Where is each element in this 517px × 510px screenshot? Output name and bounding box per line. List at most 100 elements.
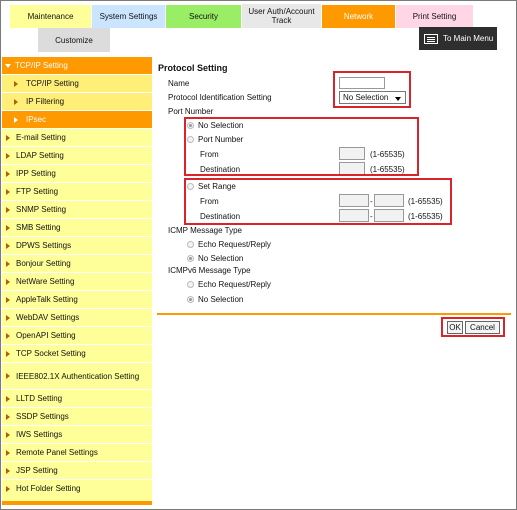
sidebar-item-label: WebDAV Settings xyxy=(16,313,80,322)
radio-icmpv6-no-selection[interactable] xyxy=(187,296,194,303)
radio-icmp-echo-label: Echo Request/Reply xyxy=(198,240,271,249)
arrow-icon xyxy=(6,296,10,303)
chevron-down-icon xyxy=(5,63,11,68)
sidebar-item-label: IEEE802.1X Authentication Setting xyxy=(16,371,140,381)
sidebar-item[interactable]: Remote Panel Settings xyxy=(2,443,152,461)
arrow-icon xyxy=(6,449,10,456)
arrow-icon xyxy=(6,206,10,213)
sidebar-bottom-bar xyxy=(2,501,152,505)
page-title: Protocol Setting xyxy=(158,63,228,73)
arrow-icon xyxy=(6,395,10,402)
sidebar-item[interactable]: AppleTalk Setting xyxy=(2,290,152,308)
highlight-set-range xyxy=(184,178,452,225)
sidebar-item-label: Remote Panel Settings xyxy=(16,448,98,457)
sidebar-item[interactable]: IEEE802.1X Authentication Setting xyxy=(2,362,152,389)
arrow-icon xyxy=(6,242,10,249)
arrow-icon xyxy=(6,278,10,285)
radio-icmpv6-no-selection-label: No Selection xyxy=(198,295,244,304)
sidebar-item-label: FTP Setting xyxy=(16,187,59,196)
sidebar-item-tcpip-setting[interactable]: TCP/IP Setting xyxy=(2,57,152,74)
main-menu-label: To Main Menu xyxy=(443,34,494,43)
sidebar-sub-ip-filtering[interactable]: IP Filtering xyxy=(2,92,152,110)
sidebar-sub-ipsec[interactable]: IPsec xyxy=(2,110,152,128)
ok-button[interactable]: OK xyxy=(447,321,463,334)
arrow-icon xyxy=(6,413,10,420)
sidebar-item-label: LDAP Setting xyxy=(16,151,64,160)
sidebar-item[interactable]: OpenAPI Setting xyxy=(2,326,152,344)
sidebar-item[interactable]: FTP Setting xyxy=(2,182,152,200)
sidebar-item[interactable]: IWS Settings xyxy=(2,425,152,443)
icmpv6-label: ICMPv6 Message Type xyxy=(168,266,251,275)
sidebar-item[interactable]: NetWare Setting xyxy=(2,272,152,290)
arrow-icon xyxy=(6,134,10,141)
arrow-icon xyxy=(6,350,10,357)
sidebar-item[interactable]: E-mail Setting xyxy=(2,128,152,146)
arrow-icon xyxy=(6,332,10,339)
arrow-icon xyxy=(6,485,10,492)
radio-icmpv6-echo-label: Echo Request/Reply xyxy=(198,280,271,289)
sidebar-item[interactable]: SNMP Setting xyxy=(2,200,152,218)
icmp-label: ICMP Message Type xyxy=(168,226,242,235)
sidebar-item-label: AppleTalk Setting xyxy=(16,295,78,304)
tab-system-settings[interactable]: System Settings xyxy=(92,5,166,28)
sidebar-item-label: SSDP Settings xyxy=(16,412,69,421)
sidebar-item[interactable]: TCP Socket Setting xyxy=(2,344,152,362)
radio-icmp-echo[interactable] xyxy=(187,241,194,248)
arrow-icon xyxy=(14,116,18,123)
arrow-icon xyxy=(6,260,10,267)
sidebar-item-label: OpenAPI Setting xyxy=(16,331,76,340)
sidebar-item-label: SNMP Setting xyxy=(16,205,67,214)
sidebar-item-label: DPWS Settings xyxy=(16,241,72,250)
sidebar-item-label: SMB Setting xyxy=(16,223,61,232)
sidebar-item[interactable]: SSDP Settings xyxy=(2,407,152,425)
protocol-id-label: Protocol Identification Setting xyxy=(168,93,272,102)
sidebar-sub-label: TCP/IP Setting xyxy=(26,79,79,88)
arrow-icon xyxy=(6,224,10,231)
sidebar-item[interactable]: DPWS Settings xyxy=(2,236,152,254)
arrow-icon xyxy=(14,80,18,87)
sidebar-item[interactable]: Bonjour Setting xyxy=(2,254,152,272)
arrow-icon xyxy=(6,188,10,195)
sidebar-item[interactable]: Hot Folder Setting xyxy=(2,479,152,497)
tab-maintenance[interactable]: Maintenance xyxy=(10,5,92,28)
arrow-icon xyxy=(6,170,10,177)
arrow-icon xyxy=(6,431,10,438)
sidebar-item-label: NetWare Setting xyxy=(16,277,75,286)
arrow-icon xyxy=(14,98,18,105)
sidebar-item-label: IWS Settings xyxy=(16,430,63,439)
sidebar-item-label: E-mail Setting xyxy=(16,133,66,142)
highlight-port-number xyxy=(184,117,419,176)
name-label: Name xyxy=(168,79,190,88)
tab-user-auth[interactable]: User Auth/Account Track xyxy=(242,4,322,28)
sidebar-head-label: TCP/IP Setting xyxy=(15,61,68,70)
arrow-icon xyxy=(6,373,10,379)
sidebar-item[interactable]: SMB Setting xyxy=(2,218,152,236)
arrow-icon xyxy=(6,467,10,474)
arrow-icon xyxy=(6,314,10,321)
sidebar-item[interactable]: LLTD Setting xyxy=(2,389,152,407)
sidebar-item[interactable]: LDAP Setting xyxy=(2,146,152,164)
customize-button[interactable]: Customize xyxy=(38,28,110,52)
menu-icon xyxy=(424,33,438,44)
tab-print-setting[interactable]: Print Setting xyxy=(396,5,474,28)
sidebar-item-label: Bonjour Setting xyxy=(16,259,71,268)
sidebar-item-label: LLTD Setting xyxy=(16,394,63,403)
radio-icmpv6-echo[interactable] xyxy=(187,281,194,288)
sidebar-item[interactable]: IPP Setting xyxy=(2,164,152,182)
sidebar-sub-label: IPsec xyxy=(26,115,47,124)
tab-security[interactable]: Security xyxy=(166,5,242,28)
sidebar-item-label: TCP Socket Setting xyxy=(16,349,86,358)
divider xyxy=(157,313,511,315)
sidebar-sub-tcpip[interactable]: TCP/IP Setting xyxy=(2,74,152,92)
sidebar-item[interactable]: WebDAV Settings xyxy=(2,308,152,326)
tab-network[interactable]: Network xyxy=(322,5,396,28)
sidebar-item-label: Hot Folder Setting xyxy=(16,484,81,493)
highlight-name-protocol xyxy=(333,71,411,108)
cancel-button[interactable]: Cancel xyxy=(465,321,500,334)
arrow-icon xyxy=(6,152,10,159)
radio-icmp-no-selection-label: No Selection xyxy=(198,254,244,263)
port-number-label: Port Number xyxy=(168,107,214,116)
main-menu-button[interactable]: To Main Menu xyxy=(419,27,497,50)
sidebar-item[interactable]: JSP Setting xyxy=(2,461,152,479)
radio-icmp-no-selection[interactable] xyxy=(187,255,194,262)
